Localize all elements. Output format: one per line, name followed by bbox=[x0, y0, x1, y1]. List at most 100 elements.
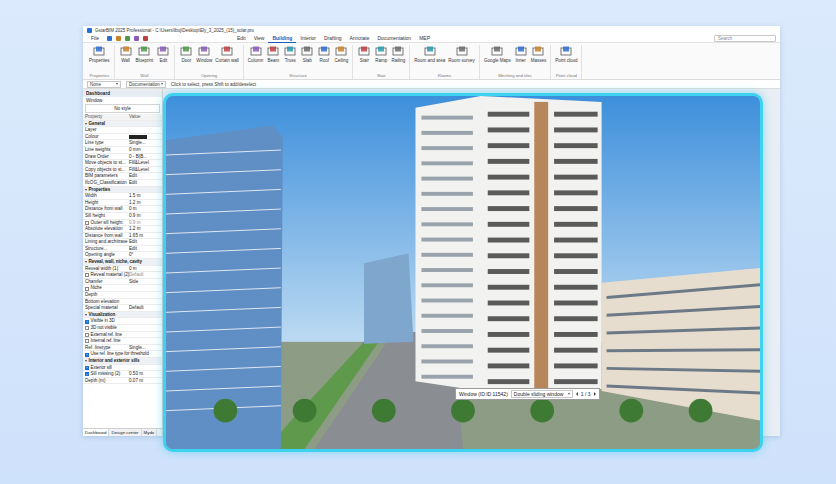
property-row[interactable]: Move objects to st...Fill&Level bbox=[83, 160, 162, 167]
ribbon-tool[interactable]: Google Maps bbox=[484, 45, 511, 63]
checkbox[interactable] bbox=[85, 326, 89, 330]
property-row[interactable]: Layer bbox=[83, 127, 162, 134]
checkbox[interactable] bbox=[85, 287, 89, 291]
ribbon-tool[interactable]: Edit bbox=[156, 45, 170, 63]
panel-tab[interactable]: Design center bbox=[109, 429, 141, 436]
property-row[interactable]: ChamferSide bbox=[83, 279, 162, 286]
style-select[interactable]: No style bbox=[85, 104, 160, 113]
ribbon-tool[interactable]: Railing bbox=[391, 45, 405, 63]
property-row[interactable]: Niche bbox=[83, 285, 162, 292]
property-row[interactable]: Width1.5 m bbox=[83, 193, 162, 200]
ribbon-tool[interactable]: Slab bbox=[300, 45, 314, 63]
property-row[interactable]: Colour bbox=[83, 134, 162, 141]
checkbox[interactable] bbox=[85, 320, 89, 324]
type-select[interactable]: Double sliding window bbox=[511, 390, 573, 398]
ribbon-tool[interactable]: Column bbox=[248, 45, 264, 63]
property-row[interactable]: Draw Order0 - B(B... bbox=[83, 154, 162, 161]
property-row[interactable]: Sill missing (2)0.50 m bbox=[83, 371, 162, 378]
ribbon-tool[interactable]: Point cloud bbox=[555, 45, 577, 63]
checkbox[interactable] bbox=[85, 221, 89, 225]
property-row[interactable]: Visible in 3D bbox=[83, 318, 162, 325]
menu-tab[interactable]: Annotate bbox=[345, 34, 373, 42]
menu-tab[interactable]: MEP bbox=[415, 34, 434, 42]
ribbon-tool[interactable]: Curtain wall bbox=[215, 45, 239, 63]
property-row[interactable]: Reveal material (2)Default bbox=[83, 272, 162, 279]
property-row[interactable]: Lining and architraveEdit bbox=[83, 239, 162, 246]
panel-tab[interactable]: Dashboard bbox=[83, 429, 109, 436]
ribbon-tool[interactable]: Masses bbox=[531, 45, 547, 63]
section-row[interactable]: Properties bbox=[83, 187, 162, 194]
search-field[interactable]: Search bbox=[714, 35, 776, 42]
property-row[interactable]: Line weights0 mm bbox=[83, 147, 162, 154]
ribbon-tool[interactable]: Room survey bbox=[448, 45, 475, 63]
property-row[interactable]: Copy objects to st...Fill&Level bbox=[83, 167, 162, 174]
quick-icon[interactable] bbox=[125, 36, 130, 41]
section-row[interactable]: Reveal, wall, niche, cavity bbox=[83, 259, 162, 266]
ribbon-tool[interactable]: Roof bbox=[317, 45, 331, 63]
property-row[interactable]: Distance from wall1.65 m bbox=[83, 233, 162, 240]
checkbox[interactable] bbox=[85, 372, 89, 376]
property-row[interactable]: IfcOG_ClassificationEdit bbox=[83, 180, 162, 187]
layer-select[interactable]: None bbox=[87, 81, 121, 88]
property-row[interactable]: Special materialDefault bbox=[83, 305, 162, 312]
property-row[interactable]: Structure...Edit bbox=[83, 246, 162, 253]
property-row[interactable]: Ref. linetypeSingle... bbox=[83, 345, 162, 352]
panel-tab[interactable]: Mydo bbox=[142, 429, 158, 436]
quick-icon[interactable] bbox=[107, 36, 112, 41]
menu-tab[interactable]: Edit bbox=[233, 34, 250, 42]
ribbon-tool[interactable]: Door bbox=[179, 45, 193, 63]
ribbon-tool[interactable]: Room and area bbox=[414, 45, 445, 63]
menu-tab[interactable]: Interior bbox=[296, 34, 320, 42]
section-row[interactable]: General bbox=[83, 121, 162, 128]
property-row[interactable]: Exterior sill bbox=[83, 365, 162, 372]
ribbon-tool[interactable]: Window bbox=[196, 45, 212, 63]
ribbon-tool[interactable]: Ramp bbox=[374, 45, 388, 63]
quick-icon[interactable] bbox=[134, 36, 139, 41]
file-menu[interactable]: File bbox=[87, 34, 103, 42]
checkbox[interactable] bbox=[85, 353, 89, 357]
checkbox[interactable] bbox=[85, 366, 89, 370]
property-row[interactable]: Outer sill height0.9 m bbox=[83, 220, 162, 227]
section-row[interactable]: Visualization bbox=[83, 312, 162, 319]
menu-tab[interactable]: Drafting bbox=[320, 34, 346, 42]
ribbon-tool[interactable]: Wall bbox=[119, 45, 133, 63]
checkbox[interactable] bbox=[85, 339, 89, 343]
property-row[interactable]: Absolute elevation1.2 m bbox=[83, 226, 162, 233]
menu-tab[interactable]: View bbox=[250, 34, 269, 42]
menu-tab[interactable]: Documentation bbox=[373, 34, 415, 42]
quick-icon[interactable] bbox=[143, 36, 148, 41]
ribbon-tool[interactable]: Beam bbox=[266, 45, 280, 63]
next-icon[interactable] bbox=[594, 392, 596, 396]
tool-icon bbox=[335, 45, 347, 57]
property-row[interactable]: Height1.2 m bbox=[83, 200, 162, 207]
property-row[interactable]: Distance from wall0 m bbox=[83, 206, 162, 213]
property-row[interactable]: Opening angle0° bbox=[83, 252, 162, 259]
property-row[interactable]: Use ref. line type for threshold bbox=[83, 351, 162, 358]
property-row[interactable]: 3D not visible bbox=[83, 325, 162, 332]
property-row[interactable]: External ref. line bbox=[83, 332, 162, 339]
ribbon-tool[interactable]: Properties bbox=[89, 45, 110, 63]
ribbon-tool[interactable]: Blueprint bbox=[136, 45, 154, 63]
property-value: Default bbox=[127, 305, 162, 311]
property-row[interactable]: BIM parametersEdit bbox=[83, 173, 162, 180]
tool-label: Column bbox=[248, 58, 264, 63]
checkbox[interactable] bbox=[85, 273, 89, 277]
ribbon-tool[interactable]: Inner bbox=[514, 45, 528, 63]
tool-label: Curtain wall bbox=[215, 58, 239, 63]
view-select[interactable]: Documentation bbox=[126, 81, 166, 88]
previous-icon[interactable] bbox=[576, 392, 578, 396]
section-row[interactable]: Interior and exterior sills bbox=[83, 358, 162, 365]
property-row[interactable]: Reveal width (1)0 m bbox=[83, 266, 162, 273]
quick-icon[interactable] bbox=[116, 36, 121, 41]
ribbon-tool[interactable]: Ceiling bbox=[334, 45, 348, 63]
property-row[interactable]: Line typeSingle... bbox=[83, 140, 162, 147]
property-row[interactable]: Depth (m)0.07 m bbox=[83, 378, 162, 385]
property-row[interactable]: Bottom elevation bbox=[83, 299, 162, 306]
ribbon-tool[interactable]: Stair bbox=[357, 45, 371, 63]
ribbon-tool[interactable]: Truss bbox=[283, 45, 297, 63]
property-row[interactable]: Internal ref. line bbox=[83, 338, 162, 345]
menu-tab[interactable]: Building bbox=[268, 34, 296, 43]
property-row[interactable]: Depth bbox=[83, 292, 162, 299]
checkbox[interactable] bbox=[85, 333, 89, 337]
property-row[interactable]: Sill height0.9 m bbox=[83, 213, 162, 220]
